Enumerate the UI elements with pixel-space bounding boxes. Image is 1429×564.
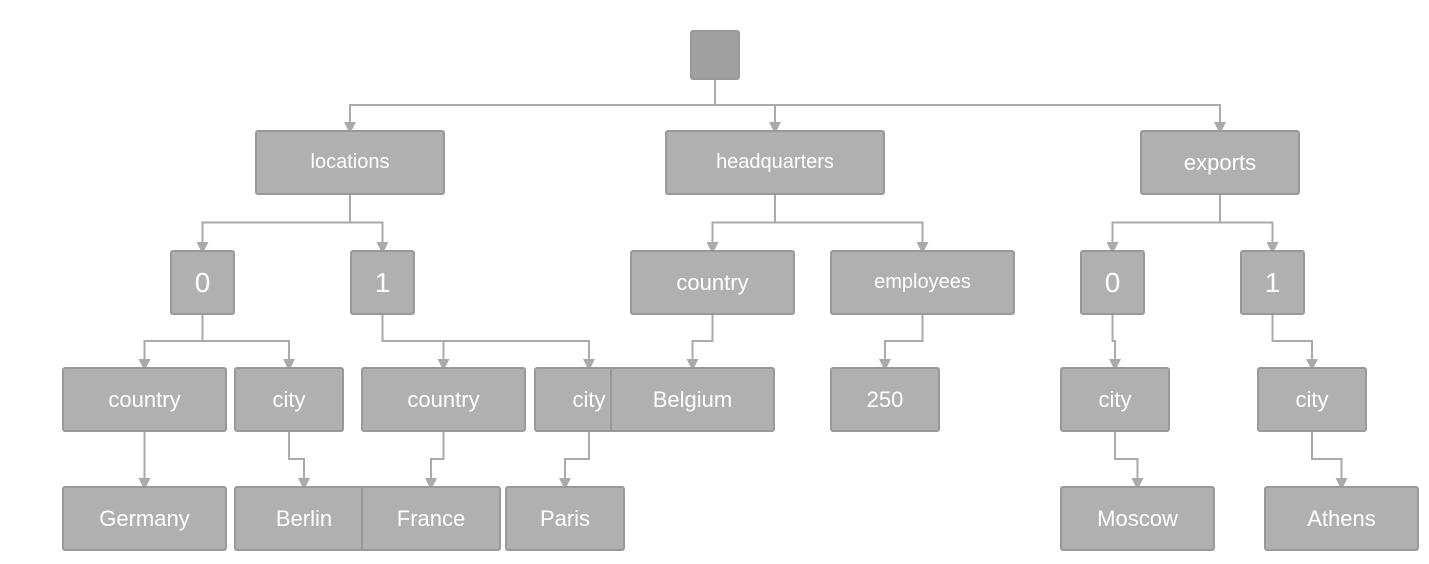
tree-diagram: locations headquarters exports 0 1 country emp… (0, 0, 1429, 564)
node-loc0_country: country (62, 367, 227, 432)
node-hq_belgium: Belgium (610, 367, 775, 432)
node-exp_1: 1 (1240, 250, 1305, 315)
node-exp_0: 0 (1080, 250, 1145, 315)
node-headquarters: headquarters (665, 130, 885, 195)
node-loc_0: 0 (170, 250, 235, 315)
node-val_paris: Paris (505, 486, 625, 551)
node-hq_country: country (630, 250, 795, 315)
node-loc_1: 1 (350, 250, 415, 315)
node-val_france: France (361, 486, 501, 551)
node-loc0_city: city (234, 367, 344, 432)
node-val_berlin: Berlin (234, 486, 374, 551)
node-val_moscow: Moscow (1060, 486, 1215, 551)
node-val_germany: Germany (62, 486, 227, 551)
node-exports: exports (1140, 130, 1300, 195)
node-val_athens: Athens (1264, 486, 1419, 551)
node-locations: locations (255, 130, 445, 195)
node-exp0_city: city (1060, 367, 1170, 432)
node-hq_employees: employees (830, 250, 1015, 315)
node-hq_250: 250 (830, 367, 940, 432)
node-root (690, 30, 740, 80)
node-exp1_city: city (1257, 367, 1367, 432)
node-loc1_country: country (361, 367, 526, 432)
